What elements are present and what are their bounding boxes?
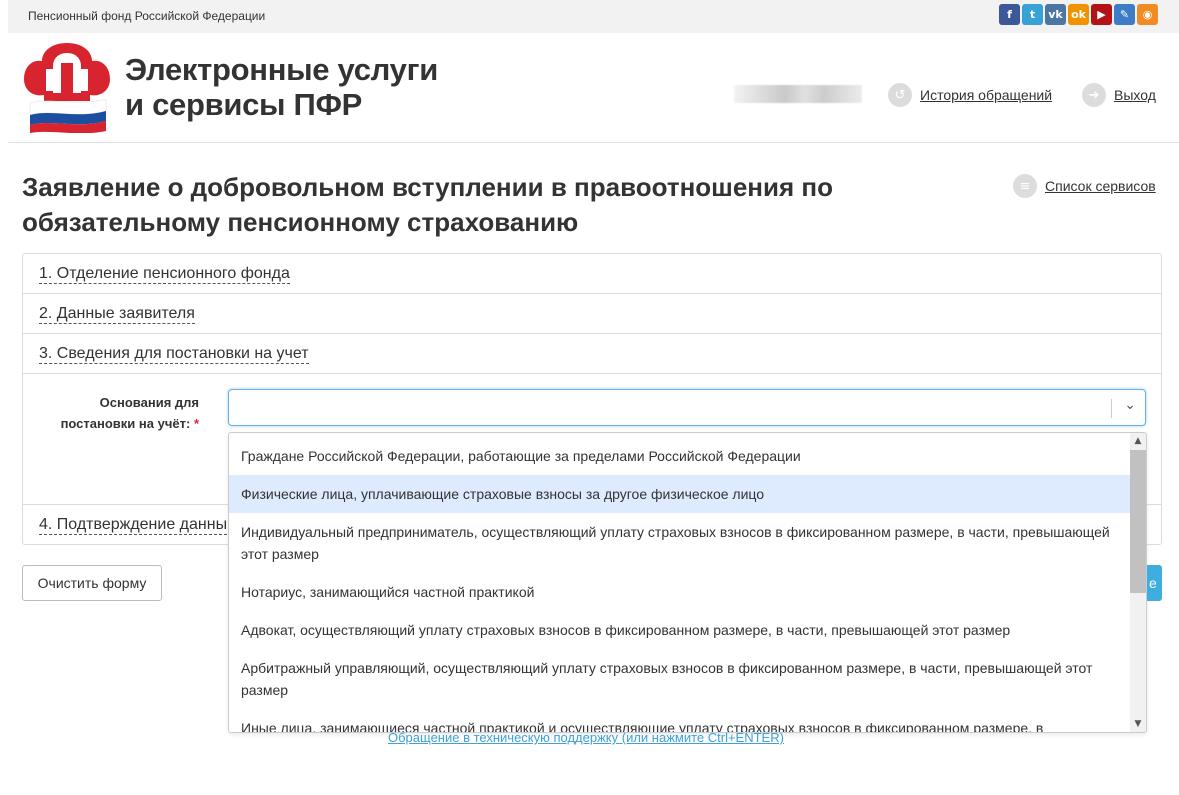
org-name: Пенсионный фонд Российской Федерации <box>28 9 266 23</box>
vk-icon[interactable]: vk <box>1045 4 1066 25</box>
user-name-redacted <box>734 85 862 103</box>
logout-icon: ➜ <box>1082 83 1106 107</box>
dropdown-option[interactable]: Физические лица, уплачивающие страховые … <box>229 475 1132 513</box>
history-icon: ↺ <box>888 83 912 107</box>
page-title-line1: Заявление о добровольном вступлении в пр… <box>22 172 833 202</box>
top-bar: Пенсионный фонд Российской Федерации ftv… <box>8 0 1179 33</box>
registration-basis-dropdown[interactable]: Граждане Российской Федерации, работающи… <box>228 432 1147 733</box>
odnoklassniki-icon[interactable]: ok <box>1068 4 1089 25</box>
list-icon: ≡ <box>1013 174 1037 198</box>
history-label: История обращений <box>920 87 1053 103</box>
twitter-icon[interactable]: t <box>1022 4 1043 25</box>
dropdown-option[interactable]: Адвокат, осуществляющий уплату страховых… <box>229 611 1132 649</box>
logout-link[interactable]: ➜ Выход <box>1082 83 1156 107</box>
scroll-down-icon[interactable]: ▼ <box>1130 716 1146 732</box>
dropdown-option[interactable]: Нотариус, занимающийся частной практикой <box>229 573 1132 611</box>
select-separator <box>1111 399 1112 418</box>
required-mark: * <box>193 416 199 431</box>
scroll-up-icon[interactable]: ▲ <box>1130 433 1146 449</box>
dropdown-option[interactable]: Арбитражный управляющий, осуществляющий … <box>229 649 1132 709</box>
scrollbar-thumb[interactable] <box>1130 450 1146 593</box>
facebook-icon[interactable]: f <box>999 4 1020 25</box>
dropdown-option[interactable]: Граждане Российской Федерации, работающи… <box>229 437 1132 475</box>
chevron-down-icon[interactable]: ⌄ <box>1124 397 1136 413</box>
logout-label: Выход <box>1114 87 1156 103</box>
registration-basis-select[interactable]: ⌄ <box>228 389 1146 426</box>
site-title: Электронные услуги и сервисы ПФР <box>125 52 438 122</box>
services-list-link[interactable]: ≡ Список сервисов <box>1013 174 1156 198</box>
dropdown-option[interactable]: Индивидуальный предприниматель, осуществ… <box>229 513 1132 573</box>
registration-basis-label: Основания для постановки на учёт: * <box>49 392 199 434</box>
section-1-label[interactable]: 1. Отделение пенсионного фонда <box>39 264 290 284</box>
clear-form-button[interactable]: Очистить форму <box>22 565 162 601</box>
section-1[interactable]: 1. Отделение пенсионного фонда <box>23 254 1161 294</box>
site-header: Электронные услуги и сервисы ПФР ↺ Истор… <box>8 33 1179 143</box>
next-button[interactable]: е <box>1147 565 1162 601</box>
section-2-label[interactable]: 2. Данные заявителя <box>39 304 195 324</box>
support-link[interactable]: Обращение в техническую поддержку (или н… <box>388 730 784 745</box>
pfr-logo[interactable] <box>22 41 112 133</box>
section-3[interactable]: 3. Сведения для постановки на учет <box>23 334 1161 374</box>
registration-basis-label-line2: постановки на учёт: <box>60 416 191 431</box>
social-links: f t vk ok ▶ ✎ ◉ <box>999 4 1158 25</box>
section-2[interactable]: 2. Данные заявителя <box>23 294 1161 334</box>
history-link[interactable]: ↺ История обращений <box>888 83 1052 107</box>
page-title-line2: обязательному пенсионному страхованию <box>22 207 579 237</box>
rss-icon[interactable]: ◉ <box>1137 4 1158 25</box>
site-title-line1: Электронные услуги <box>125 52 438 87</box>
youtube-icon[interactable]: ▶ <box>1091 4 1112 25</box>
section-4-label[interactable]: 4. Подтверждение данны <box>39 515 228 535</box>
section-3-label[interactable]: 3. Сведения для постановки на учет <box>39 344 309 364</box>
services-list-label: Список сервисов <box>1045 178 1156 194</box>
dropdown-scrollbar[interactable]: ▲ ▼ <box>1130 433 1146 732</box>
site-title-line2: и сервисы ПФР <box>125 87 363 122</box>
registration-basis-label-line1: Основания для <box>99 395 199 410</box>
livejournal-icon[interactable]: ✎ <box>1114 4 1135 25</box>
page-title: Заявление о добровольном вступлении в пр… <box>22 170 922 240</box>
